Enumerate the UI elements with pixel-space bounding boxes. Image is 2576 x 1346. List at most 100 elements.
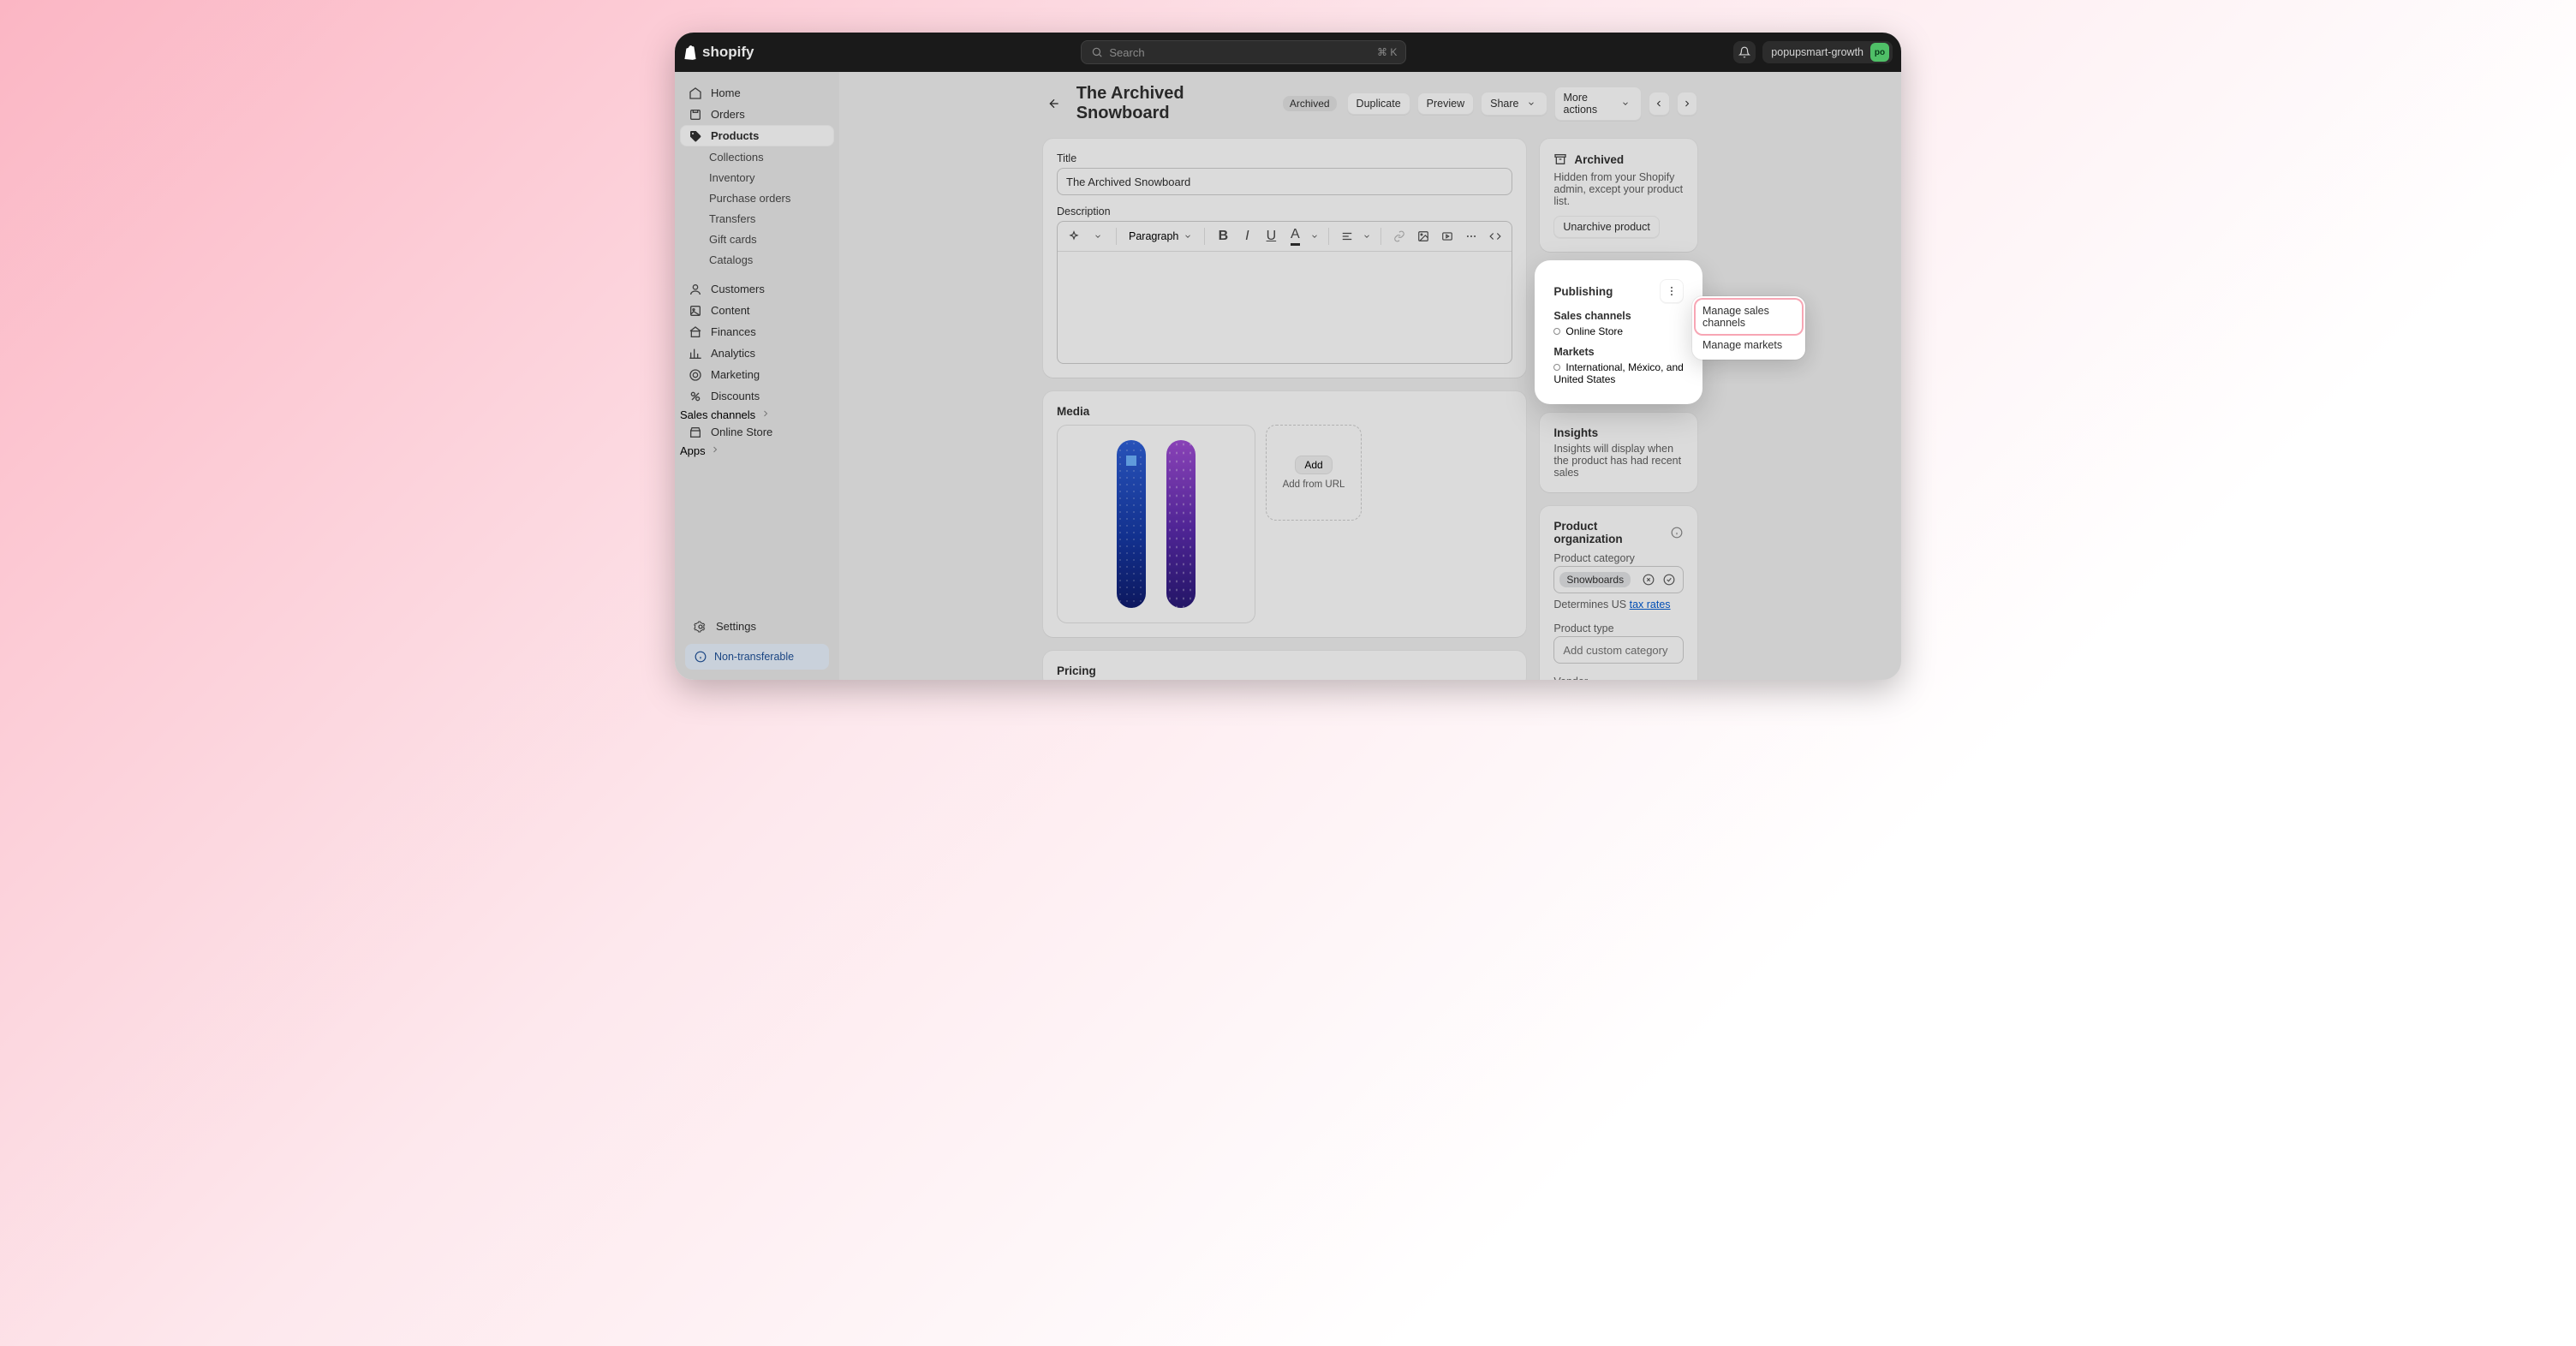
rte-more-button[interactable] [1460,225,1482,247]
card-heading: Pricing [1057,664,1512,677]
unarchive-button[interactable]: Unarchive product [1553,216,1659,238]
nav-inventory[interactable]: Inventory [680,167,834,188]
search-input[interactable]: Search ⌘ K [1081,40,1406,64]
nav-settings[interactable]: Settings [685,616,829,637]
category-input[interactable]: Snowboards [1553,566,1684,593]
nav-online-store[interactable]: Online Store [680,421,834,443]
chevron-down-icon[interactable] [1087,225,1109,247]
back-button[interactable] [1043,92,1066,116]
finances-icon [689,325,702,339]
notifications-button[interactable] [1733,41,1756,63]
nav-label: Finances [711,325,756,338]
status-badge: Archived [1283,96,1337,111]
rte-color-button[interactable]: A [1284,225,1306,247]
nav-label: Online Store [711,426,772,438]
nav-finances[interactable]: Finances [680,321,834,342]
more-actions-button[interactable]: More actions [1554,86,1643,121]
publishing-popover: Manage sales channels Manage markets [1692,296,1805,360]
determines-text: Determines US tax rates [1553,599,1684,610]
banner-text: Non-transferable [714,651,794,663]
tax-rates-link[interactable]: tax rates [1630,599,1671,610]
rte-video-button[interactable] [1436,225,1458,247]
share-button[interactable]: Share [1481,92,1547,116]
chevron-down-icon[interactable] [1360,225,1374,247]
nav-discounts[interactable]: Discounts [680,385,834,407]
rte-textarea[interactable] [1058,252,1512,363]
archived-card: Archived Hidden from your Shopify admin,… [1540,139,1697,252]
nav-catalogs[interactable]: Catalogs [680,249,834,270]
rte-italic-button[interactable]: I [1236,225,1258,247]
rte-align-button[interactable] [1336,225,1358,247]
nav-label: Products [711,129,759,142]
select-label: Paragraph [1129,230,1178,242]
nav-collections[interactable]: Collections [680,146,834,167]
products-icon [689,129,702,143]
status-dot-icon [1553,364,1560,371]
chevron-down-icon [1524,97,1538,110]
add-from-url-link[interactable]: Add from URL [1283,479,1345,490]
nav-gift-cards[interactable]: Gift cards [680,229,834,249]
insights-body: Insights will display when the product h… [1553,443,1684,479]
orders-icon [689,108,702,122]
preview-button[interactable]: Preview [1417,92,1474,115]
customers-icon [689,283,702,296]
btn-label: Add [1304,459,1322,471]
store-button[interactable]: popupsmart-growth po [1762,41,1893,63]
rte-code-button[interactable] [1484,225,1506,247]
search-placeholder: Search [1109,46,1144,59]
nav-customers[interactable]: Customers [680,278,834,300]
confirm-category-button[interactable] [1661,571,1678,588]
chevron-right-icon[interactable] [708,443,722,456]
rte-paragraph-select[interactable]: Paragraph [1124,225,1197,247]
media-thumbnail[interactable] [1057,425,1255,623]
btn-label: Unarchive product [1563,221,1649,233]
clear-category-button[interactable] [1640,571,1657,588]
media-add-button[interactable]: Add [1295,456,1332,474]
nav-transfers[interactable]: Transfers [680,208,834,229]
publishing-menu-button[interactable] [1660,279,1684,303]
nav-content[interactable]: Content [680,300,834,321]
title-card: Title Description Para [1043,139,1526,378]
sales-channel-row: Online Store [1553,325,1684,337]
section-label: Apps [680,444,706,457]
nav-home[interactable]: Home [680,82,834,104]
info-icon[interactable] [1670,526,1684,539]
media-upload-zone[interactable]: Add Add from URL [1266,425,1362,521]
store-icon [689,426,702,439]
nav-purchase-orders[interactable]: Purchase orders [680,188,834,208]
type-label: Product type [1553,622,1684,634]
rte-image-button[interactable] [1412,225,1434,247]
rte-bold-button[interactable]: B [1212,225,1234,247]
nav-orders[interactable]: Orders [680,104,834,125]
media-card: Media Add Add from [1043,391,1526,637]
prev-product-button[interactable] [1649,92,1669,116]
nav-label: Home [711,86,741,99]
page-title: The Archived Snowboard [1076,84,1273,123]
chevron-right-icon[interactable] [759,407,772,420]
vendor-label: Vendor [1553,676,1684,680]
nav-label: Orders [711,108,745,121]
next-product-button[interactable] [1677,92,1697,116]
title-input[interactable] [1057,168,1512,195]
nav-label: Discounts [711,390,760,402]
sidebar-section-apps: Apps [680,443,834,457]
nav-analytics[interactable]: Analytics [680,342,834,364]
rte-underline-button[interactable]: U [1260,225,1282,247]
markets-label: Markets [1553,346,1684,358]
manage-markets-item[interactable]: Manage markets [1696,334,1802,356]
product-type-input[interactable] [1553,636,1684,664]
chevron-down-icon[interactable] [1308,225,1321,247]
topbar: shopify Search ⌘ K popupsmart-growth po [675,33,1901,72]
app-frame: shopify Search ⌘ K popupsmart-growth po [675,33,1901,680]
channel-value: Online Store [1565,325,1623,337]
duplicate-button[interactable]: Duplicate [1347,92,1410,115]
nav-marketing[interactable]: Marketing [680,364,834,385]
rte-ai-button[interactable] [1063,225,1085,247]
search-shortcut: ⌘ K [1377,46,1397,58]
card-heading: Insights [1553,426,1684,439]
manage-sales-channels-item[interactable]: Manage sales channels [1696,300,1802,334]
insights-card: Insights Insights will display when the … [1540,413,1697,492]
nav-products[interactable]: Products [680,125,834,146]
nav-label: Marketing [711,368,760,381]
rte-link-button[interactable] [1388,225,1410,247]
